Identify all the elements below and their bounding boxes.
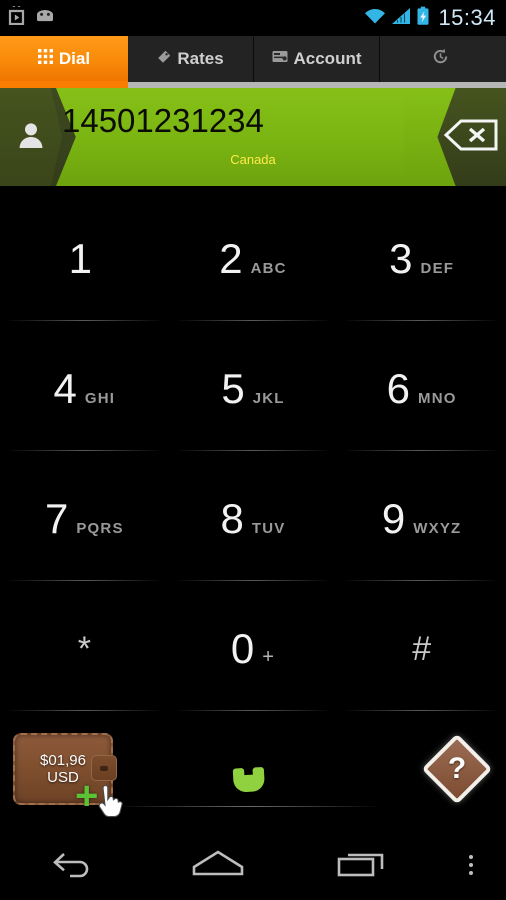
tab-active-indicator — [0, 81, 128, 88]
key-digit: 2 — [219, 235, 243, 282]
back-arrow-icon — [48, 848, 98, 883]
menu-dot — [468, 871, 473, 875]
notification-icons — [0, 3, 56, 30]
menu-dot — [468, 855, 473, 859]
keypad-grid-icon — [37, 49, 53, 69]
dialed-number[interactable]: 14501231234 — [62, 102, 392, 140]
key-digit: 6 — [386, 365, 411, 412]
overflow-menu-icon — [468, 855, 473, 875]
tab-bar: Dial Rates Account — [0, 36, 506, 82]
help-label: ? — [447, 752, 467, 785]
key-letters: DEF — [420, 260, 455, 277]
tab-rates[interactable]: Rates — [128, 36, 254, 82]
tab-dial[interactable]: Dial — [0, 36, 128, 82]
status-bar-clock: 15:34 — [438, 5, 496, 30]
recent-apps-icon — [336, 848, 390, 883]
key-letters: ABC — [250, 260, 287, 277]
phone-screen: 15:34 Dial Rates Account 14501231234 Can… — [0, 0, 506, 900]
key-2[interactable]: 2 ABC — [168, 200, 338, 330]
key-3[interactable]: 3 DEF — [337, 200, 506, 330]
key-digit: 8 — [220, 495, 244, 542]
key-digit: * — [77, 630, 91, 668]
account-card-icon — [272, 50, 288, 68]
hand-cursor-icon — [95, 784, 123, 819]
key-4[interactable]: 4 GHI — [0, 330, 169, 460]
android-nav-bar — [0, 830, 506, 900]
key-divider — [9, 580, 160, 581]
key-divider — [177, 450, 329, 451]
tab-rates-label: Rates — [177, 49, 224, 68]
key-divider — [9, 450, 160, 451]
action-row: $01,96 USD + ? — [0, 720, 506, 830]
android-robot-icon — [34, 8, 56, 28]
tab-account-label: Account — [293, 49, 362, 68]
tab-account[interactable]: Account — [254, 36, 380, 82]
dial-keypad: 1 2 ABC 3 DEF 4 GHI 5 JKL 6 MNO 7 PQRS 8… — [0, 200, 506, 720]
number-country-label: Canada — [230, 152, 276, 167]
balance-wallet-button[interactable]: $01,96 USD + — [13, 733, 123, 818]
status-bar: 15:34 — [0, 0, 506, 36]
key-letters: GHI — [84, 390, 116, 407]
key-8[interactable]: 8 TUV — [168, 460, 338, 590]
key-digit: # — [412, 630, 432, 668]
key-divider — [346, 710, 497, 711]
key-digit: 9 — [381, 495, 406, 542]
key-9[interactable]: 9 WXYZ — [337, 460, 506, 590]
key-divider — [9, 710, 160, 711]
key-letters: WXYZ — [413, 520, 462, 537]
key-divider — [9, 320, 160, 321]
key-letters: PQRS — [76, 520, 124, 537]
key-divider — [177, 710, 329, 711]
battery-charging-icon — [416, 6, 430, 31]
green-phone-handset-icon — [222, 738, 284, 801]
tab-history[interactable] — [380, 36, 506, 82]
key-digit: 0 — [230, 625, 255, 672]
balance-amount: $01,96 — [40, 751, 86, 769]
help-button[interactable]: ? — [421, 733, 493, 805]
contact-picker-button[interactable] — [0, 88, 62, 186]
tab-dial-label: Dial — [58, 49, 91, 68]
key-letters: + — [262, 646, 276, 668]
backspace-delete-icon — [443, 119, 499, 156]
history-icon — [432, 48, 449, 70]
key-digit: 1 — [68, 235, 92, 282]
key-divider — [346, 450, 497, 451]
key-0[interactable]: 0 + — [168, 590, 338, 720]
key-digit: 7 — [44, 495, 69, 542]
call-divider — [120, 806, 378, 807]
nav-back-button[interactable] — [0, 848, 145, 883]
key-digit: 3 — [389, 235, 413, 282]
key-6[interactable]: 6 MNO — [337, 330, 506, 460]
wifi-icon — [364, 7, 386, 30]
price-tag-icon — [157, 50, 171, 69]
nav-home-button[interactable] — [145, 848, 290, 883]
key-hash[interactable]: # — [337, 590, 506, 720]
nav-overflow-menu-button[interactable] — [436, 855, 506, 875]
key-divider — [177, 580, 329, 581]
key-1[interactable]: 1 — [0, 200, 169, 330]
cellular-signal-icon — [391, 7, 411, 30]
nav-recents-button[interactable] — [291, 848, 436, 883]
key-5[interactable]: 5 JKL — [168, 330, 338, 460]
system-status-icons: 15:34 — [364, 5, 506, 31]
key-digit: 4 — [53, 365, 77, 412]
key-divider — [346, 580, 497, 581]
menu-dot — [468, 863, 473, 867]
key-letters: MNO — [418, 390, 457, 407]
key-star[interactable]: * — [0, 590, 169, 720]
key-letters: JKL — [252, 390, 285, 407]
person-icon — [18, 121, 44, 154]
home-icon — [190, 848, 246, 883]
key-divider — [346, 320, 497, 321]
key-divider — [177, 320, 329, 321]
play-store-icon — [8, 3, 25, 30]
key-digit: 5 — [221, 365, 245, 412]
number-display-bar: 14501231234 — [0, 88, 506, 186]
key-letters: TUV — [251, 520, 286, 537]
key-7[interactable]: 7 PQRS — [0, 460, 169, 590]
